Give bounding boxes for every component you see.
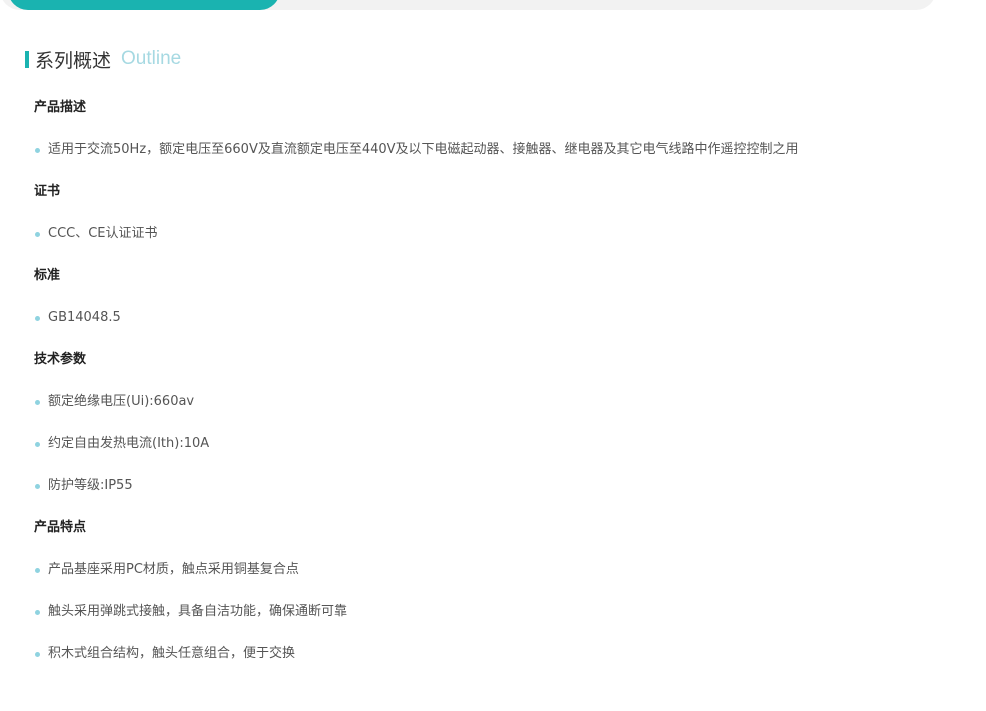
tab-active[interactable] [8,0,280,10]
list-item: 额定绝缘电压(Ui):660av [34,392,954,412]
list-item-text: GB14048.5 [48,310,121,325]
group-certificate: 证书 CCC、CE认证证书 [34,182,954,244]
group-standard: 标准 GB14048.5 [34,266,954,328]
group-title: 证书 [34,184,61,199]
list-item-text: 防护等级:IP55 [48,478,133,493]
list-item-text: 约定自由发热电流(Ith):10A [48,436,210,451]
bullet-icon [35,442,40,447]
list-item: 适用于交流50Hz，额定电压至660V及直流额定电压至440V及以下电磁起动器、… [34,140,954,160]
bullet-icon [35,568,40,573]
list-item-text: 触头采用弹跳式接触，具备自洁功能，确保通断可靠 [48,604,348,619]
group-tech-params: 技术参数 额定绝缘电压(Ui):660av 约定自由发热电流(Ith):10A … [34,350,954,496]
list-item: 积木式组合结构，触头任意组合，便于交换 [34,644,954,664]
list-item-text: 积木式组合结构，触头任意组合，便于交换 [48,646,296,661]
list-item: 触头采用弹跳式接触，具备自洁功能，确保通断可靠 [34,602,954,622]
list-item-text: 额定绝缘电压(Ui):660av [48,394,195,409]
section-subtitle: Outline [121,48,182,69]
list-item: 防护等级:IP55 [34,476,954,496]
group-title: 产品描述 [34,100,87,115]
bullet-icon [35,316,40,321]
group-title: 标准 [34,268,61,283]
group-title: 技术参数 [34,352,87,367]
bullet-icon [35,148,40,153]
section-title: 系列概述 [35,49,112,72]
group-description: 产品描述 适用于交流50Hz，额定电压至660V及直流额定电压至440V及以下电… [34,98,954,160]
list-item: GB14048.5 [34,308,954,328]
section-header: 系列概述 Outline [25,47,182,72]
list-item: CCC、CE认证证书 [34,224,954,244]
outline-content: 产品描述 适用于交流50Hz，额定电压至660V及直流额定电压至440V及以下电… [34,98,954,686]
section-accent-bar [25,50,29,68]
list-item: 产品基座采用PC材质，触点采用铜基复合点 [34,560,954,580]
list-item-text: 产品基座采用PC材质，触点采用铜基复合点 [48,562,299,577]
bullet-icon [35,400,40,405]
group-title: 产品特点 [34,520,87,535]
bullet-icon [35,652,40,657]
list-item-text: 适用于交流50Hz，额定电压至660V及直流额定电压至440V及以下电磁起动器、… [48,142,799,157]
bullet-icon [35,610,40,615]
group-features: 产品特点 产品基座采用PC材质，触点采用铜基复合点 触头采用弹跳式接触，具备自洁… [34,518,954,664]
bullet-icon [35,484,40,489]
list-item: 约定自由发热电流(Ith):10A [34,434,954,454]
bullet-icon [35,232,40,237]
list-item-text: CCC、CE认证证书 [48,226,158,241]
